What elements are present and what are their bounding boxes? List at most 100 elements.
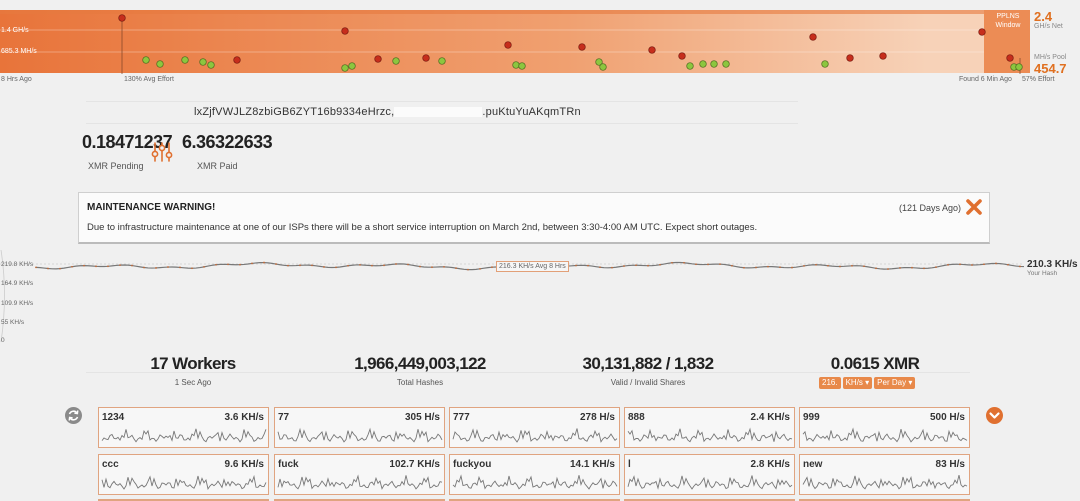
hashrate-point — [167, 266, 169, 268]
block-marker-red — [578, 43, 586, 51]
divider — [86, 101, 798, 102]
wallet-address-end: .puKtuYuAKqmTRn — [482, 106, 581, 118]
worker-card[interactable]: 1234 3.6 KH/s — [98, 407, 269, 448]
worker-hashrate: 2.4 KH/s — [750, 412, 790, 423]
worker-sparkline — [802, 427, 968, 443]
hashrate-point — [467, 268, 469, 271]
hashrate-point — [443, 266, 445, 268]
expand-workers-button[interactable] — [986, 407, 1003, 424]
hashrate-point — [407, 263, 409, 266]
worker-name: 1234 — [102, 412, 125, 423]
hashrate-point — [815, 263, 817, 266]
hashrate-point — [335, 266, 337, 269]
earnings-stat: 0.0615 XMR — [800, 354, 950, 374]
worker-card[interactable]: fuckyou 14.1 KH/s — [449, 454, 620, 495]
pool-axis-label-high: 1.4 GH/s — [1, 27, 29, 34]
worker-card[interactable]: new 83 H/s — [799, 454, 970, 495]
worker-hashrate: 9.6 KH/s — [224, 459, 264, 470]
worker-card[interactable]: 77 305 H/s — [274, 407, 445, 448]
hashrate-point — [923, 267, 925, 270]
hashrate-point — [35, 266, 37, 269]
shares-stat: 30,131,882 / 1,832 Valid / Invalid Share… — [568, 354, 728, 387]
hashrate-point — [623, 265, 625, 267]
worker-sparkline — [802, 474, 968, 490]
hashrate-point — [803, 265, 805, 267]
calc-hashrate-input[interactable]: 216. — [819, 377, 841, 389]
worker-name: l — [628, 459, 631, 470]
block-marker-red — [341, 27, 349, 35]
calc-period-select[interactable]: Per Day ▾ — [874, 377, 916, 389]
hashrate-point — [611, 266, 613, 269]
earnings-value: 0.0615 XMR — [830, 354, 920, 373]
hashrate-point — [587, 264, 589, 267]
sparkline-path — [101, 428, 267, 443]
hashrate-point — [323, 266, 325, 268]
worker-hashrate: 102.7 KH/s — [389, 459, 440, 470]
worker-view-toggle-button[interactable] — [65, 407, 82, 424]
hashrate-point — [455, 267, 457, 270]
hashrate-point — [899, 267, 901, 269]
hashrate-point — [263, 261, 265, 264]
worker-card[interactable]: 777 278 H/s — [449, 407, 620, 448]
close-icon[interactable] — [965, 198, 983, 216]
block-marker-green — [438, 57, 446, 65]
hashrate-point — [107, 265, 109, 268]
shares-value: 30,131,882 / 1,832 — [582, 354, 715, 373]
block-marker-green — [512, 61, 520, 69]
hashrate-point — [1019, 265, 1021, 268]
your-hash-value: 210.3 KH/s — [1027, 259, 1078, 270]
worker-card[interactable]: 888 2.4 KH/s — [624, 407, 795, 448]
hashrate-point — [299, 264, 301, 267]
divider — [86, 372, 970, 373]
settings-sliders-icon[interactable] — [150, 140, 174, 164]
worker-name: new — [803, 459, 823, 470]
warning-age: (121 Days Ago) — [898, 203, 961, 213]
divider — [86, 123, 798, 124]
worker-hashrate: 278 H/s — [579, 412, 615, 423]
avg-hashrate-label: 216.3 KH/s Avg 8 Hrs — [496, 261, 569, 272]
pool-chart-svg — [0, 10, 1030, 74]
hashrate-point — [743, 266, 745, 269]
hashrate-point — [119, 264, 121, 267]
worker-name: 77 — [278, 412, 290, 423]
worker-card[interactable]: l 2.8 KH/s — [624, 454, 795, 495]
block-marker-red — [809, 33, 817, 41]
worker-name: 999 — [803, 412, 820, 423]
avg-effort-label: 130% Avg Effort — [124, 76, 174, 83]
paid-balance-value: 6.36322633 — [182, 132, 273, 152]
worker-sparkline — [627, 475, 793, 490]
workers-stat: 17 Workers 1 Sec Ago — [130, 354, 256, 387]
hashrate-point — [179, 266, 181, 269]
block-marker-green — [686, 62, 694, 70]
calc-unit-select[interactable]: KH/s ▾ — [842, 377, 873, 389]
worker-card[interactable]: fuck 102.7 KH/s — [274, 454, 445, 495]
wallet-address[interactable]: lxZjfVWJLZ8zbiGB6ZYT16b9334eHrzc, .puKtuY… — [194, 106, 581, 118]
hashrate-point — [395, 263, 397, 265]
hashrate-point — [827, 264, 829, 267]
hashrate-point — [575, 264, 577, 267]
hashrate-point — [719, 263, 721, 266]
pool-axis-label-low: 685.3 MH/s — [1, 48, 37, 55]
hashrate-point — [215, 263, 217, 266]
hashrate-point — [839, 265, 841, 268]
hashrate-point — [767, 265, 769, 268]
paid-balance-label: XMR Paid — [197, 161, 238, 171]
worker-name: ccc — [102, 459, 119, 470]
block-marker-green — [207, 61, 215, 69]
hashrate-point — [791, 266, 793, 269]
block-marker-green — [518, 62, 526, 70]
worker-sparkline — [627, 427, 793, 443]
y-tick: 109.9 KH/s — [1, 300, 34, 307]
worker-hashrate: 2.8 KH/s — [750, 459, 790, 470]
hashrate-point — [371, 264, 373, 267]
pool-hashrate-unit: MH/s Pool — [1034, 54, 1067, 61]
worker-card[interactable]: 999 500 H/s — [799, 407, 970, 448]
sparkline-path — [277, 474, 443, 490]
block-marker-green — [722, 60, 730, 68]
block-marker-green — [821, 60, 829, 68]
block-marker-red — [118, 14, 126, 22]
block-marker-red — [233, 56, 241, 64]
block-marker-green — [710, 60, 718, 68]
net-hashrate-unit: GH/s Net — [1034, 23, 1063, 30]
worker-card[interactable]: ccc 9.6 KH/s — [98, 454, 269, 495]
